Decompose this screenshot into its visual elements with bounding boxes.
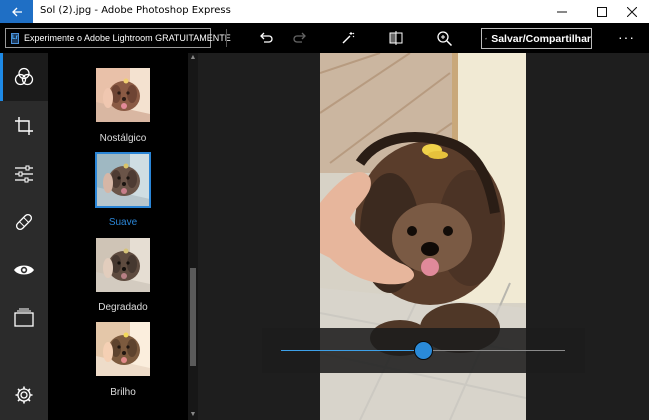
- filter-label: Degradado: [98, 302, 148, 313]
- image-canvas: [198, 53, 649, 420]
- scrollbar-thumb[interactable]: [190, 268, 196, 366]
- redo-icon[interactable]: [288, 26, 312, 50]
- heal-bandage-icon[interactable]: [0, 198, 48, 246]
- slider-fill: [281, 350, 423, 351]
- filter-label: Nostálgico: [99, 133, 147, 144]
- toolbar-divider: [226, 29, 227, 47]
- title-bar: Sol (2).jpg - Adobe Photoshop Express: [0, 0, 649, 23]
- share-icon: [485, 37, 487, 40]
- filter-label: Suave: [108, 217, 138, 228]
- undo-icon[interactable]: [254, 26, 278, 50]
- tool-rail: [0, 53, 48, 420]
- minimize-icon[interactable]: [548, 0, 576, 23]
- maximize-icon[interactable]: [588, 0, 616, 23]
- eye-icon[interactable]: [0, 246, 48, 294]
- filter-thumbnail: [95, 152, 151, 208]
- lightroom-icon: Lr: [11, 32, 19, 44]
- looks-icon[interactable]: [0, 53, 48, 101]
- scroll-down-icon[interactable]: ▼: [188, 410, 198, 420]
- filters-scrollbar[interactable]: ▲ ▼: [188, 53, 198, 420]
- auto-fix-wand-icon[interactable]: [336, 26, 360, 50]
- filter-label: Brilho: [110, 387, 136, 398]
- crop-icon[interactable]: [0, 102, 48, 150]
- promo-label: Experimente o Adobe Lightroom GRATUITAME…: [24, 33, 231, 43]
- scroll-up-icon[interactable]: ▲: [188, 53, 198, 63]
- close-icon[interactable]: [618, 0, 646, 23]
- save-share-label: Salvar/Compartilhar: [491, 32, 591, 45]
- window-title: Sol (2).jpg - Adobe Photoshop Express: [40, 5, 231, 16]
- borders-icon[interactable]: [0, 294, 48, 342]
- filter-thumbnail: [96, 322, 150, 376]
- slider-knob[interactable]: [413, 341, 433, 360]
- filter-thumbnail: [96, 68, 150, 122]
- top-toolbar: Lr Experimente o Adobe Lightroom GRATUIT…: [0, 23, 649, 53]
- filters-panel: 3D Nostálgico Suave Degradado Brilho: [48, 53, 198, 420]
- partial-filter-label: 3D: [48, 53, 198, 56]
- filter-thumbnail: [96, 238, 150, 292]
- back-arrow-icon[interactable]: [0, 0, 33, 23]
- lightroom-promo-button[interactable]: Lr Experimente o Adobe Lightroom GRATUIT…: [5, 28, 231, 48]
- adjust-sliders-icon[interactable]: [0, 150, 48, 198]
- more-options-icon[interactable]: ···: [618, 29, 635, 45]
- save-share-button[interactable]: Salvar/Compartilhar: [481, 28, 592, 49]
- compare-icon[interactable]: [384, 26, 408, 50]
- intensity-slider[interactable]: [262, 328, 585, 373]
- zoom-icon[interactable]: [432, 26, 456, 50]
- gear-icon[interactable]: [0, 371, 48, 419]
